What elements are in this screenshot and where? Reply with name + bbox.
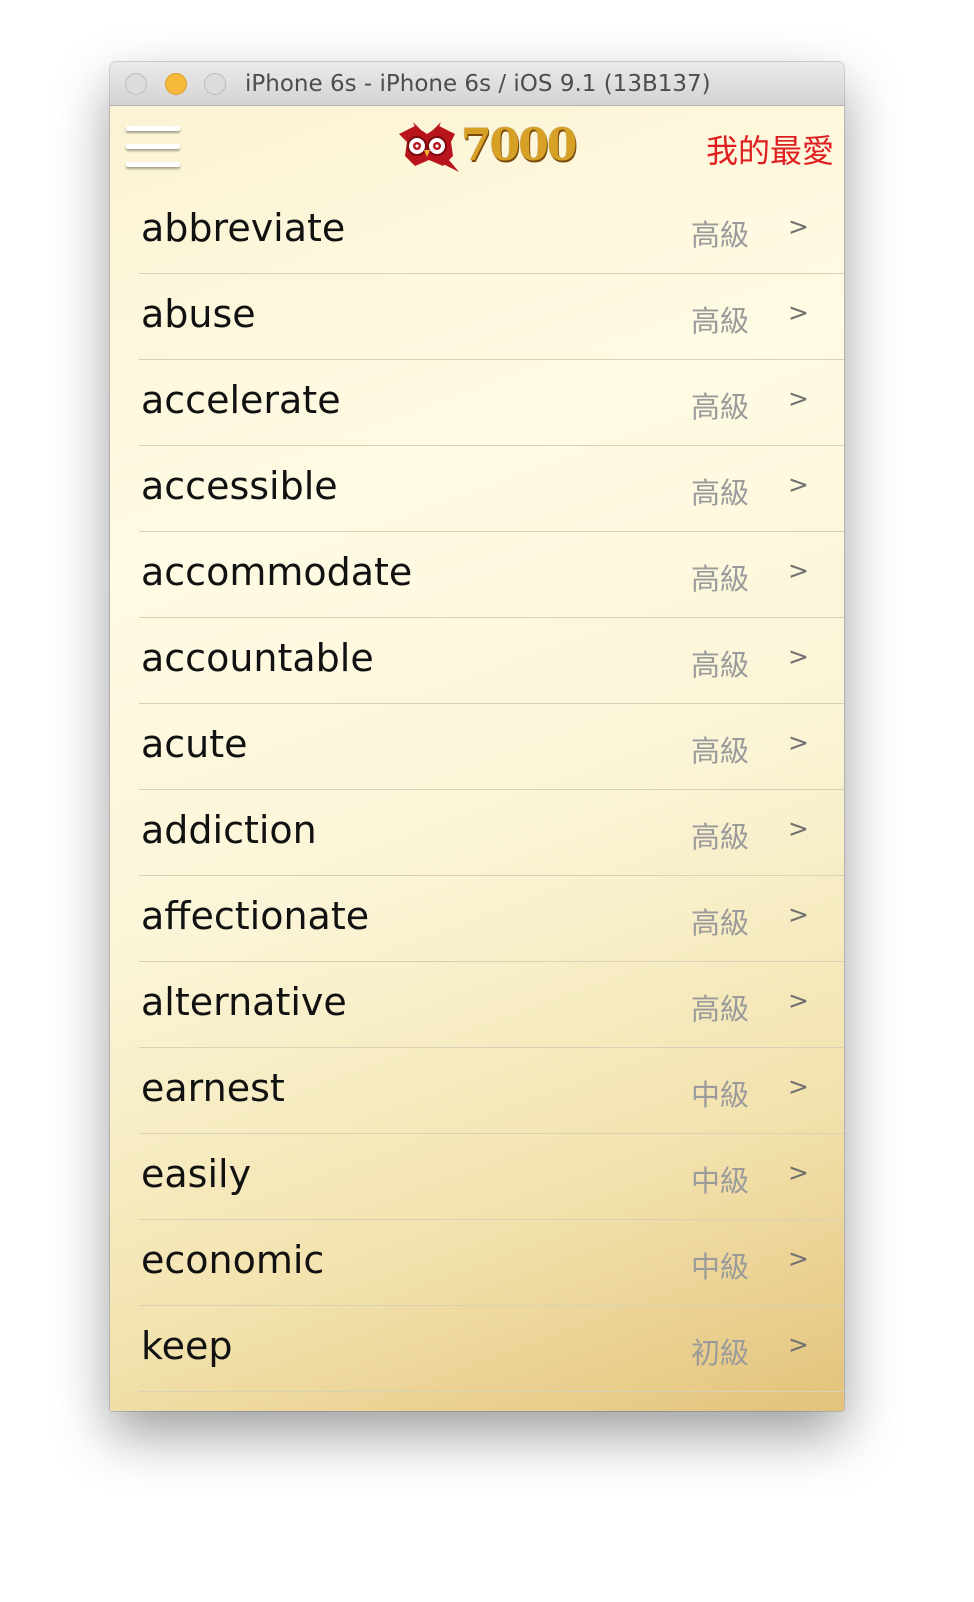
- level-label: 初級: [691, 1336, 750, 1370]
- word-label: affectionate: [141, 894, 370, 938]
- list-item[interactable]: alternative 高級 >: [110, 962, 844, 1048]
- word-label: accelerate: [141, 378, 341, 422]
- chevron-right-icon: >: [788, 1330, 809, 1359]
- word-label: accountable: [141, 636, 374, 680]
- chevron-right-icon: >: [788, 728, 809, 757]
- list-item[interactable]: acute 高級 >: [110, 704, 844, 790]
- zoom-window-button[interactable]: [204, 73, 226, 95]
- level-label: 高級: [691, 734, 750, 768]
- list-item[interactable]: economic 中級 >: [110, 1220, 844, 1306]
- word-label: earnest: [141, 1066, 285, 1110]
- chevron-right-icon: >: [788, 212, 809, 241]
- list-item[interactable]: abuse 高級 >: [110, 274, 844, 360]
- list-item[interactable]: easily 中級 >: [110, 1134, 844, 1220]
- navigation-bar: 7000 我的最愛: [110, 106, 844, 188]
- level-label: 高級: [691, 304, 750, 338]
- level-label: 中級: [691, 1078, 750, 1112]
- word-label: keep: [141, 1324, 233, 1368]
- chevron-right-icon: >: [788, 1072, 809, 1101]
- level-label: 高級: [691, 562, 750, 596]
- list-item[interactable]: accountable 高級 >: [110, 618, 844, 704]
- owl-icon: [399, 122, 459, 172]
- logo-text: 7000: [461, 120, 577, 171]
- chevron-right-icon: >: [788, 556, 809, 585]
- chevron-right-icon: >: [788, 470, 809, 499]
- chevron-right-icon: >: [788, 1158, 809, 1187]
- chevron-right-icon: >: [788, 384, 809, 413]
- word-label: abuse: [141, 292, 256, 336]
- word-label: alternative: [141, 980, 347, 1024]
- close-window-button[interactable]: [125, 73, 147, 95]
- word-label: abbreviate: [141, 206, 346, 250]
- list-item[interactable]: accelerate 高級 >: [110, 360, 844, 446]
- word-label: addiction: [141, 808, 317, 852]
- window-titlebar: iPhone 6s - iPhone 6s / iOS 9.1 (13B137): [110, 62, 844, 106]
- level-label: 高級: [691, 218, 750, 252]
- hamburger-menu-icon[interactable]: [126, 124, 182, 174]
- chevron-right-icon: >: [788, 814, 809, 843]
- word-label: easily: [141, 1152, 252, 1196]
- list-item[interactable]: accessible 高級 >: [110, 446, 844, 532]
- list-item[interactable]: keep 初級 >: [110, 1306, 844, 1392]
- word-label: acute: [141, 722, 248, 766]
- level-label: 高級: [691, 390, 750, 424]
- chevron-right-icon: >: [788, 986, 809, 1015]
- level-label: 高級: [691, 992, 750, 1026]
- word-label: accessible: [141, 464, 338, 508]
- simulator-window: iPhone 6s - iPhone 6s / iOS 9.1 (13B137): [110, 62, 844, 1411]
- minimize-window-button[interactable]: [165, 73, 187, 95]
- level-label: 中級: [691, 1250, 750, 1284]
- level-label: 高級: [691, 648, 750, 682]
- list-item[interactable]: earnest 中級 >: [110, 1048, 844, 1134]
- word-list: abbreviate 高級 > abuse 高級 > accelerate 高級…: [110, 188, 844, 1392]
- window-title: iPhone 6s - iPhone 6s / iOS 9.1 (13B137): [245, 71, 711, 97]
- chevron-right-icon: >: [788, 642, 809, 671]
- app-logo: 7000: [393, 120, 577, 176]
- word-label: accommodate: [141, 550, 413, 594]
- level-label: 中級: [691, 1164, 750, 1198]
- level-label: 高級: [691, 820, 750, 854]
- level-label: 高級: [691, 906, 750, 940]
- chevron-right-icon: >: [788, 900, 809, 929]
- list-item[interactable]: affectionate 高級 >: [110, 876, 844, 962]
- app-screen: 7000 我的最愛 abbreviate 高級 > abuse 高級 > acc…: [110, 106, 844, 1411]
- list-item[interactable]: abbreviate 高級 >: [110, 188, 844, 274]
- list-item[interactable]: accommodate 高級 >: [110, 532, 844, 618]
- level-label: 高級: [691, 476, 750, 510]
- chevron-right-icon: >: [788, 1244, 809, 1273]
- chevron-right-icon: >: [788, 298, 809, 327]
- favorites-button[interactable]: 我的最愛: [706, 126, 834, 172]
- list-item[interactable]: addiction 高級 >: [110, 790, 844, 876]
- word-label: economic: [141, 1238, 325, 1282]
